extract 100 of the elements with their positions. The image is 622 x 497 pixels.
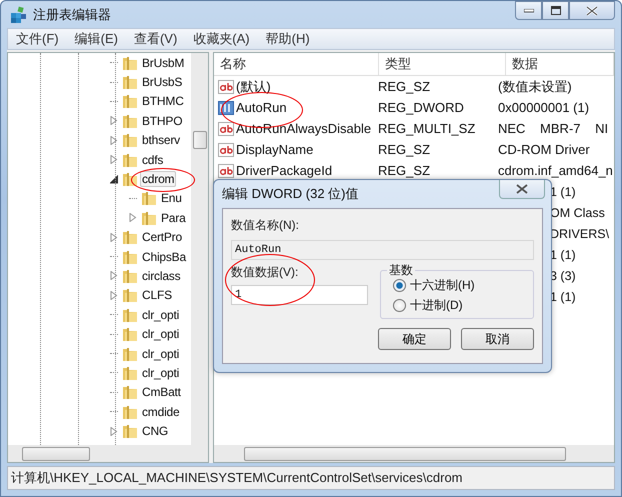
value-data: NEC MBR-7 NI [497,121,610,136]
tree-item[interactable]: ChipsBa [140,248,188,265]
status-bar: 计算机\HKEY_LOCAL_MACHINE\SYSTEM\CurrentControlSet\services\cdrom [7,466,615,490]
radio-label[interactable]: 十六进制(H) [410,277,475,294]
maximize-button[interactable] [542,1,569,20]
close-icon [586,6,598,16]
binary-value-icon [218,100,234,116]
tree-item[interactable]: cdfs [140,152,166,168]
tree-item[interactable]: BrUsbS [140,74,184,90]
registry-icon [9,6,27,24]
value-type: REG_MULTI_SZ [377,121,476,136]
expand-icon[interactable] [110,136,118,145]
folder-icon [122,132,138,148]
folder-icon [122,93,138,110]
group-label: 基数 [387,262,415,279]
scrollbar[interactable] [191,53,208,445]
expand-icon[interactable] [110,290,118,300]
expand-icon[interactable] [110,155,118,164]
minimize-icon [524,8,534,12]
radio-button[interactable] [393,279,406,292]
folder-icon [122,364,138,381]
tree-item[interactable]: clr_opti [140,326,182,342]
expand-icon[interactable] [110,426,118,436]
string-value-icon [218,162,234,178]
field-label: 数值名称(N): [231,217,300,234]
folder-icon [122,248,138,265]
folder-icon [122,346,138,362]
value-type: REG_SZ [377,79,432,94]
menu-item[interactable]: 收藏夹(A) [185,30,258,48]
expand-icon[interactable] [110,232,118,242]
value-data: cdrom.inf_amd64_n [497,163,614,178]
tree-item[interactable]: bthserv [140,132,182,148]
folder-icon [122,423,138,440]
column-header[interactable]: 类型 [379,53,506,75]
close-button[interactable] [569,1,615,20]
field-label: 数值数据(V): [231,264,300,281]
folder-icon [122,287,138,304]
menu-item[interactable]: 查看(V) [126,30,186,48]
dialog-button[interactable]: 确定 [378,328,451,350]
value-type: REG_DWORD [377,100,465,115]
string-value-icon [218,78,234,94]
value-data: 0x00000001 (1) [497,100,590,115]
tree-item[interactable]: CertPro [140,229,184,246]
folder-icon [122,306,138,323]
column-header[interactable]: 名称 [214,53,379,75]
radio-button[interactable] [393,299,406,312]
value-type: REG_SZ [377,142,432,157]
tree-item[interactable]: CNG [140,423,170,440]
minimize-button[interactable] [515,1,542,20]
column-header[interactable]: 数据 [506,53,614,75]
value-name[interactable]: DisplayName [236,142,314,157]
folder-icon [122,268,138,284]
value-type: REG_SZ [377,163,432,178]
folder-icon [141,210,157,226]
dialog-button[interactable]: 取消 [461,328,534,350]
tree-item[interactable]: Enu [159,190,184,206]
tree-item[interactable]: clr_opti [140,364,182,381]
folder-icon [122,152,138,168]
expand-icon[interactable] [110,116,118,126]
tree-item[interactable]: BTHMC [140,93,186,110]
folder-icon [122,326,138,342]
folder-icon [122,112,138,129]
string-value-icon [218,142,234,158]
value-name[interactable]: DriverPackageId [236,163,332,178]
dialog-title: 编辑 DWORD (32 位)值 [222,185,358,203]
tree-item[interactable]: cdrom [140,171,176,188]
tree-item[interactable]: Para [159,210,188,226]
tree-item[interactable]: circlass [140,268,182,284]
scrollbar[interactable] [8,445,208,462]
tree-item[interactable]: cmdide [140,404,182,420]
tree-item[interactable]: BrUsbM [140,54,186,71]
menu-item[interactable]: 帮助(H) [258,30,318,48]
tree-item[interactable]: clr_opti [140,306,182,323]
value-name[interactable]: AutoRunAlwaysDisable [236,121,372,136]
value-data: CD-ROM Driver [497,142,591,157]
value-data: (数值未设置) [497,78,573,96]
collapse-icon[interactable] [110,174,118,184]
folder-icon [122,404,138,420]
menu-item[interactable]: 文件(F) [8,30,67,48]
tree-item[interactable]: BTHPO [140,112,184,129]
string-value-icon [218,120,234,136]
tree-item[interactable]: CmBatt [140,384,183,400]
input-field[interactable]: 1 [231,285,368,305]
tree-item[interactable]: clr_opti [140,346,182,362]
close-button[interactable] [499,180,545,199]
value-name[interactable]: AutoRun [236,100,287,115]
folder-icon [122,54,138,71]
radio-label[interactable]: 十进制(D) [410,297,463,314]
folder-icon [122,74,138,90]
annotation-circle [131,168,195,192]
folder-icon [122,171,138,188]
close-icon [516,184,528,194]
expand-icon[interactable] [129,213,137,222]
folder-icon [122,384,138,400]
input-field[interactable]: AutoRun [231,240,534,260]
expand-icon[interactable] [110,271,118,280]
menu-item[interactable]: 编辑(E) [66,30,126,48]
folder-icon [122,229,138,246]
scrollbar[interactable] [214,445,614,462]
tree-item[interactable]: CLFS [140,287,174,304]
